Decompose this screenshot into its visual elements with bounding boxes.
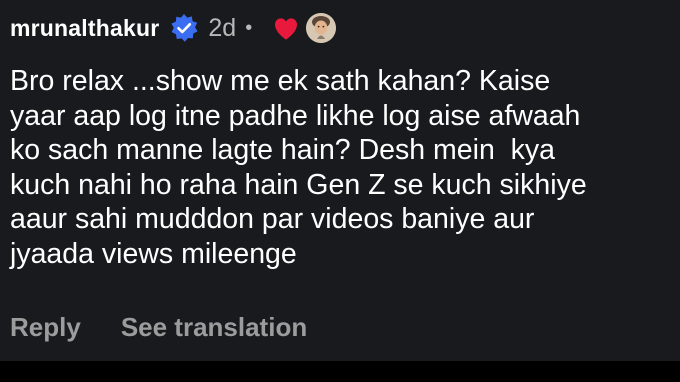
reply-button[interactable]: Reply xyxy=(10,312,81,343)
comment-text: Bro relax ...show me ek sath kahan? Kais… xyxy=(10,64,680,271)
comment-line: aaur sahi mudddon par videos baniye aur xyxy=(10,203,535,235)
comment-header: mrunalthakur 2d • xyxy=(10,6,337,50)
screenshot-frame: mrunalthakur 2d • Bro relax ...show me e… xyxy=(0,0,680,382)
comment-line: kuch nahi ho raha hain Gen Z se kuch sik… xyxy=(10,168,587,201)
header-separator: • xyxy=(245,16,253,39)
comment-username[interactable]: mrunalthakur xyxy=(10,15,159,42)
comment-line: ko sach manne lagte hain? Desh mein kya xyxy=(10,134,555,166)
comment-timestamp: 2d xyxy=(208,13,237,42)
see-translation-button[interactable]: See translation xyxy=(121,312,307,343)
liker-avatar xyxy=(306,13,337,43)
comment-line: yaar aap log itne padhe likhe log aise a… xyxy=(10,99,581,132)
comment-line: jyaada views mileenge xyxy=(10,237,297,270)
comment-card: mrunalthakur 2d • Bro relax ...show me e… xyxy=(0,0,680,361)
verified-badge-icon xyxy=(169,13,199,43)
heart-icon[interactable] xyxy=(271,13,301,43)
comment-actions: Reply See translation xyxy=(10,312,307,343)
comment-line: Bro relax ...show me ek sath kahan? Kais… xyxy=(10,65,551,97)
